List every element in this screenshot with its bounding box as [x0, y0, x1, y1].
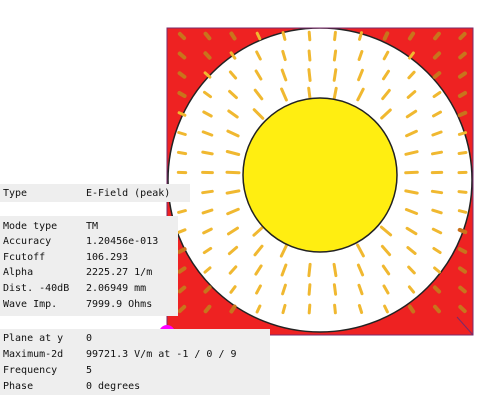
field-arrow	[177, 91, 187, 98]
field-arrow	[201, 189, 214, 195]
field-arrow	[407, 304, 416, 314]
field-arrow	[457, 190, 468, 194]
info-accuracy-value: 1.20456e-013	[86, 236, 159, 247]
info-wave-imp-label: Wave Imp.	[3, 299, 58, 310]
field-arrow	[457, 227, 468, 235]
field-arrow	[307, 68, 312, 82]
field-arrow	[177, 209, 187, 214]
info-wave-imp-value: 7999.9 Ohms	[86, 299, 153, 310]
info-alpha-value: 2225.27 1/m	[86, 267, 153, 278]
inner-conductor	[242, 97, 398, 253]
field-arrow	[457, 131, 468, 136]
field-arrow	[307, 49, 312, 62]
info-phase-value: 0 degrees	[86, 381, 141, 392]
field-arrow	[307, 283, 312, 296]
info-maximum-label: Maximum-2d	[3, 349, 64, 360]
field-arrow	[307, 303, 312, 315]
field-arrow	[229, 304, 237, 314]
info-dist-value: 2.06949 mm	[86, 283, 147, 294]
info-alpha-label: Alpha	[3, 267, 34, 278]
field-arrow	[332, 262, 338, 278]
field-arrow	[457, 91, 468, 98]
field-arrow	[407, 31, 416, 41]
info-plane-label: Plane at y	[3, 333, 64, 344]
field-arrow	[457, 247, 468, 254]
field-arrow	[357, 304, 364, 314]
field-arrow	[332, 283, 338, 296]
info-fcutoff-value: 106.293	[86, 252, 129, 263]
field-arrow	[281, 31, 287, 41]
info-maximum-value: 99721.3 V/m at -1 / 0 / 9	[86, 349, 237, 360]
field-arrow	[458, 266, 467, 274]
field-arrow	[229, 31, 237, 41]
field-arrow	[177, 247, 187, 254]
field-arrow	[281, 303, 287, 315]
field-arrow	[457, 209, 468, 214]
field-arrow	[457, 151, 468, 155]
field-arrow	[358, 31, 363, 41]
info-frequency-label: Frequency	[3, 365, 58, 376]
info-type-label: Type	[3, 188, 28, 199]
info-type-value: E-Field (peak)	[86, 188, 171, 199]
info-accuracy-label: Accuracy	[3, 236, 52, 247]
field-arrow	[333, 30, 337, 42]
field-arrow	[333, 303, 337, 315]
info-dist-label: Dist. -40dB	[3, 283, 70, 294]
field-arrow	[307, 262, 312, 278]
field-arrow	[332, 68, 338, 82]
info-mode-type-label: Mode type	[3, 221, 58, 232]
field-arrow	[382, 31, 390, 41]
info-frequency-value: 5	[86, 365, 93, 376]
field-arrow	[201, 150, 214, 156]
info-fcutoff-label: Fcutoff	[3, 252, 46, 263]
field-arrow	[431, 150, 443, 156]
field-arrow	[458, 71, 467, 79]
field-arrow	[332, 49, 338, 62]
info-plane-value: 0	[86, 333, 93, 344]
field-arrow	[307, 30, 312, 42]
info-phase-label: Phase	[3, 381, 34, 392]
info-mode-type-value: TM	[86, 221, 99, 232]
field-arrow	[177, 266, 187, 274]
field-arrow	[176, 150, 188, 156]
field-arrow	[457, 110, 468, 118]
field-arrow	[177, 131, 187, 136]
field-arrow	[430, 189, 444, 195]
